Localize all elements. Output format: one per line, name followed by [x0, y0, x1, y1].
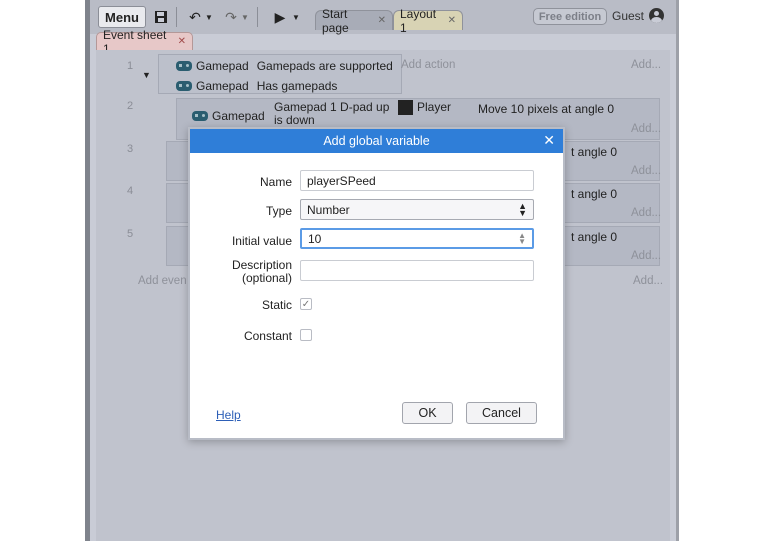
description-input[interactable] [300, 260, 534, 281]
event-number: 5 [126, 228, 134, 240]
help-link[interactable]: Help [216, 408, 241, 422]
gamepad-icon [176, 60, 192, 71]
add-link[interactable]: Add... [633, 275, 663, 287]
condition-text: Gamepads are supported [256, 58, 393, 73]
add-link[interactable]: Add... [631, 165, 661, 177]
condition-row[interactable]: Gamepad Gamepads are supported [176, 56, 393, 75]
tab-label: Layout 1 [400, 6, 437, 35]
name-label: Name [259, 175, 292, 189]
event-number: 2 [126, 100, 134, 112]
action-text[interactable]: t angle 0 [571, 230, 617, 244]
close-icon[interactable]: ✕ [178, 36, 186, 47]
add-action-link[interactable]: Add action [401, 59, 455, 71]
cancel-button[interactable]: Cancel [466, 402, 537, 424]
constant-label: Constant [243, 329, 292, 343]
toolbar: Menu ↶ ▼ ↷ ▼ ▶ ▼ Start page ✕ Layout 1 ✕… [90, 0, 676, 35]
type-label: Type [265, 204, 292, 218]
gamepad-icon [192, 110, 208, 121]
undo-dropdown-icon[interactable]: ▼ [204, 8, 214, 26]
add-event-link[interactable]: Add even [138, 275, 187, 287]
tab-start-page[interactable]: Start page ✕ [315, 7, 393, 35]
event-number: 4 [126, 185, 134, 197]
action-text[interactable]: t angle 0 [571, 187, 617, 201]
dialog-title: Add global variable [323, 134, 430, 148]
sprite-icon [398, 100, 413, 116]
type-select[interactable]: Number ▲ ▼ [300, 199, 534, 220]
initial-value: 10 [308, 231, 322, 246]
add-link[interactable]: Add... [631, 59, 661, 71]
condition-text[interactable]: Gamepad 1 D-pad up is down [274, 101, 389, 127]
tab-layout-1[interactable]: Layout 1 ✕ [393, 7, 463, 35]
event-number: 1 [126, 60, 134, 72]
initial-value-input[interactable]: 10 ▲ ▼ [300, 228, 534, 249]
add-link[interactable]: Add... [631, 250, 661, 262]
window-edge-right [676, 0, 679, 541]
user-name[interactable]: Guest [612, 9, 644, 23]
description-label: Description (optional) [231, 258, 292, 285]
close-icon[interactable]: ✕ [543, 132, 555, 149]
play-icon[interactable]: ▶ [272, 8, 288, 26]
condition-text: Has gamepads [256, 78, 338, 93]
add-link[interactable]: Add... [631, 207, 661, 219]
condition-row[interactable]: Gamepad [192, 106, 265, 125]
collapse-arrow-icon[interactable]: ▼ [142, 70, 151, 80]
toolbar-divider [176, 7, 177, 27]
add-global-variable-dialog: Add global variable ✕ Name playerSPeed T… [188, 127, 565, 440]
static-label: Static [261, 298, 292, 312]
initial-value-label: Initial value [231, 234, 292, 248]
toolbar-divider [257, 7, 258, 27]
tab-label: Start page [322, 6, 349, 35]
static-checkbox[interactable]: ✓ [300, 298, 312, 310]
dialog-title-bar: Add global variable ✕ [190, 129, 563, 153]
constant-checkbox[interactable] [300, 329, 312, 341]
play-dropdown-icon[interactable]: ▼ [291, 8, 301, 26]
undo-icon[interactable]: ↶ [186, 8, 204, 26]
gamepad-icon [176, 80, 192, 91]
condition-object: Gamepad [196, 58, 249, 73]
action-text[interactable]: Move 10 pixels at angle 0 [478, 102, 614, 116]
close-icon[interactable]: ✕ [448, 15, 456, 26]
name-input[interactable]: playerSPeed [300, 170, 534, 191]
action-object[interactable]: Player [398, 100, 451, 116]
free-edition-badge[interactable]: Free edition [533, 8, 607, 25]
close-icon[interactable]: ✕ [378, 15, 386, 26]
menu-button[interactable]: Menu [98, 6, 146, 28]
user-avatar-icon[interactable] [649, 8, 664, 23]
condition-row[interactable]: Gamepad Has gamepads [176, 76, 337, 95]
ok-button[interactable]: OK [402, 402, 453, 424]
add-link[interactable]: Add... [631, 123, 661, 135]
select-arrows-icon: ▲ ▼ [518, 200, 527, 218]
name-value: playerSPeed [307, 173, 376, 188]
action-text[interactable]: t angle 0 [571, 145, 617, 159]
tab-event-sheet-1[interactable]: Event sheet 1 ✕ [96, 28, 193, 56]
event-number: 3 [126, 143, 134, 155]
redo-icon[interactable]: ↷ [222, 8, 240, 26]
type-value: Number [307, 202, 350, 217]
save-icon[interactable] [152, 8, 170, 26]
redo-dropdown-icon[interactable]: ▼ [240, 8, 250, 26]
condition-object: Gamepad [212, 108, 265, 123]
spinner-icon[interactable]: ▲ ▼ [518, 231, 526, 245]
condition-object: Gamepad [196, 78, 249, 93]
